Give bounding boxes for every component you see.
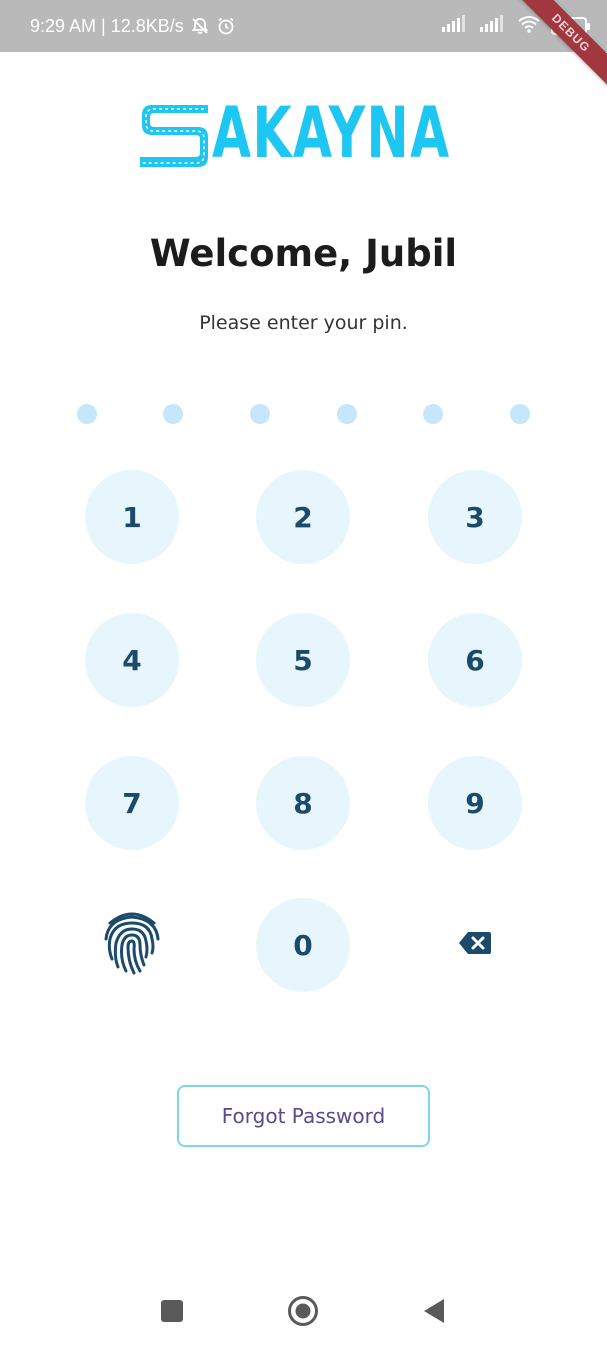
bell-off-icon <box>190 16 210 36</box>
pin-dot <box>337 404 357 424</box>
pin-dot <box>77 404 97 424</box>
signal-icon <box>441 15 469 37</box>
key-4[interactable]: 4 <box>85 613 179 707</box>
pin-dot <box>163 404 183 424</box>
key-2[interactable]: 2 <box>256 470 350 564</box>
recents-button[interactable] <box>155 1296 189 1330</box>
welcome-heading: Welcome, Jubil <box>149 232 458 275</box>
logo-text: AKAYNA <box>212 92 451 174</box>
recents-icon <box>160 1299 184 1327</box>
home-button[interactable] <box>286 1296 320 1330</box>
backspace-icon <box>458 929 492 962</box>
pin-dot <box>510 404 530 424</box>
back-icon <box>422 1298 446 1328</box>
backspace-button[interactable] <box>428 898 522 992</box>
pin-dot <box>423 404 443 424</box>
keypad: 1 2 3 4 5 6 7 8 9 0 <box>0 470 607 1000</box>
key-9[interactable]: 9 <box>428 756 522 850</box>
key-1[interactable]: 1 <box>85 470 179 564</box>
pin-instruction: Please enter your pin. <box>199 312 408 334</box>
system-nav-bar <box>0 1272 607 1350</box>
status-bar: 9:29 AM | 12.8KB/s 94 <box>0 0 607 52</box>
home-icon <box>287 1295 319 1331</box>
fingerprint-button[interactable] <box>85 898 179 992</box>
back-button[interactable] <box>417 1296 451 1330</box>
key-3[interactable]: 3 <box>428 470 522 564</box>
key-6[interactable]: 6 <box>428 613 522 707</box>
app-logo: AKAYNA <box>138 96 470 170</box>
key-7[interactable]: 7 <box>85 756 179 850</box>
key-0[interactable]: 0 <box>256 898 350 992</box>
key-5[interactable]: 5 <box>256 613 350 707</box>
forgot-password-button[interactable]: Forgot Password <box>177 1085 430 1147</box>
fingerprint-icon <box>102 909 162 982</box>
key-8[interactable]: 8 <box>256 756 350 850</box>
status-left: 9:29 AM | 12.8KB/s <box>30 16 236 37</box>
pin-dot <box>250 404 270 424</box>
alarm-icon <box>216 16 236 36</box>
signal-icon <box>479 15 507 37</box>
pin-indicator <box>0 404 607 426</box>
wifi-icon <box>517 15 541 37</box>
logo-s-mark <box>138 97 210 169</box>
status-time-speed: 9:29 AM | 12.8KB/s <box>30 15 184 36</box>
